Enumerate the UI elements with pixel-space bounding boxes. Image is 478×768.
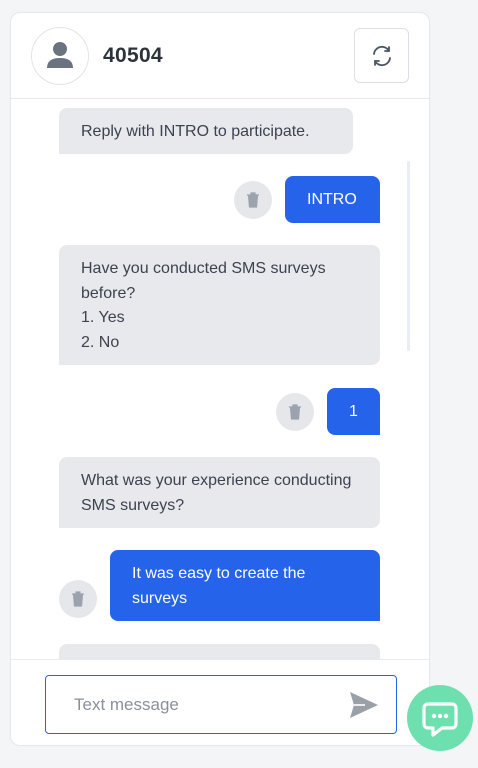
chat-bubble-icon	[422, 702, 458, 737]
conversation-header: 40504	[11, 13, 429, 99]
trash-icon	[247, 192, 259, 208]
message-input-wrapper	[45, 675, 397, 734]
delete-message-button[interactable]	[59, 580, 97, 618]
chat-widget-button[interactable]	[407, 685, 473, 751]
incoming-message: Have you conducted SMS surveys before? 1…	[59, 245, 380, 365]
contact-name: 40504	[103, 44, 163, 67]
outgoing-message: INTRO	[285, 176, 380, 223]
send-button[interactable]	[348, 690, 380, 720]
refresh-button[interactable]	[354, 28, 409, 83]
avatar	[31, 27, 89, 85]
scrollbar[interactable]	[407, 161, 410, 351]
send-icon	[350, 692, 378, 718]
conversation-panel: 40504 Reply with INTRO to participate. I…	[10, 12, 430, 746]
incoming-message-partial	[59, 644, 380, 659]
incoming-message: What was your experience conducting SMS …	[59, 457, 380, 528]
trash-icon	[72, 591, 84, 607]
outgoing-message: 1	[327, 388, 380, 435]
delete-message-button[interactable]	[276, 393, 314, 431]
composer	[11, 659, 429, 745]
message-list[interactable]: Reply with INTRO to participate. INTRO H…	[11, 99, 429, 659]
refresh-icon	[372, 45, 391, 66]
user-icon	[47, 42, 73, 68]
trash-icon	[289, 404, 301, 420]
message-input[interactable]	[46, 676, 336, 733]
outgoing-message: It was easy to create the surveys	[110, 550, 380, 621]
delete-message-button[interactable]	[234, 181, 272, 219]
incoming-message: Reply with INTRO to participate.	[59, 108, 353, 154]
